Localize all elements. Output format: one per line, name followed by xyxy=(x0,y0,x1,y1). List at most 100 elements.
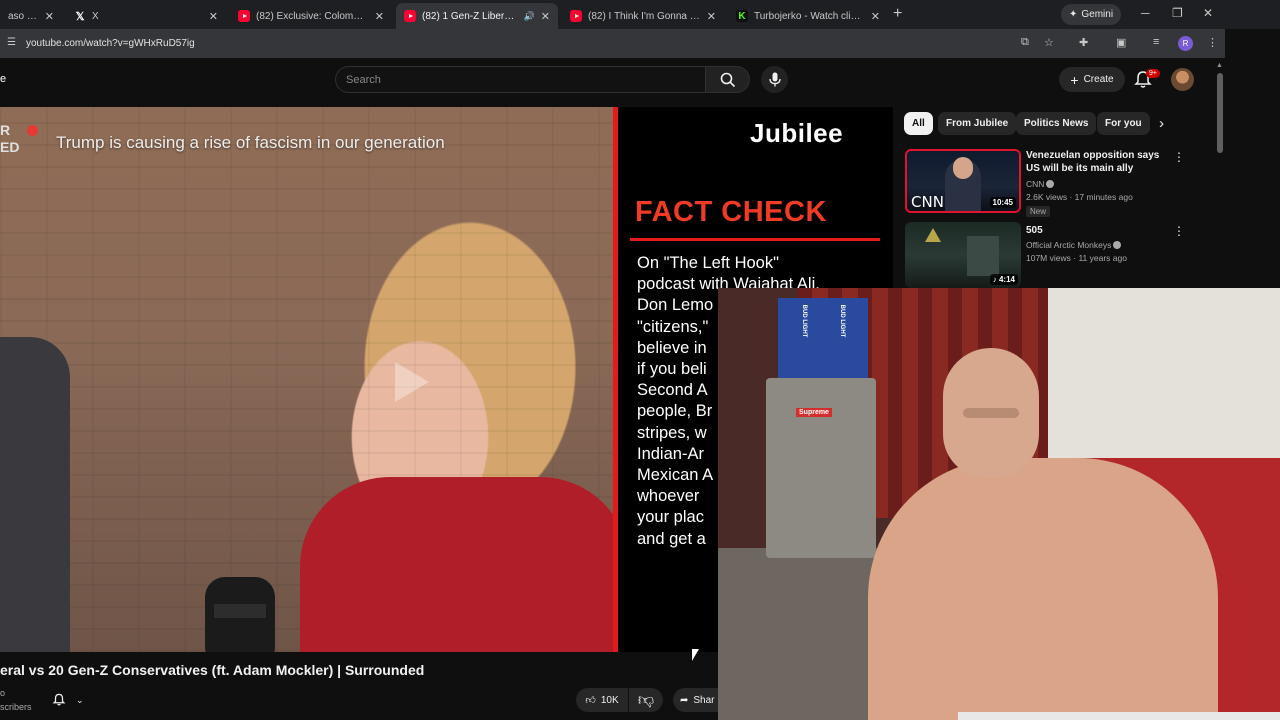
scroll-up-arrow-icon[interactable]: ▲ xyxy=(1216,62,1223,69)
recommendation-stats: 107M views · 11 years ago xyxy=(1026,253,1127,263)
youtube-icon xyxy=(238,10,250,22)
share-button[interactable]: ➦ Shar xyxy=(673,688,723,712)
video-thumbnail[interactable]: CNN 10:45 xyxy=(905,149,1021,213)
recommendation-title[interactable]: 505 xyxy=(1026,224,1176,237)
x-icon: 𝕏 xyxy=(75,10,85,23)
fact-check-rule xyxy=(630,238,880,241)
youtube-icon xyxy=(404,10,416,22)
thumbnail-building xyxy=(967,236,999,276)
webcam-laptop-edge xyxy=(958,712,1280,720)
tab-title: (82) I Think I'm Gonna Kill Myse xyxy=(588,10,701,22)
share-arrow-icon: ➦ xyxy=(680,694,689,706)
scrollbar-thumb[interactable] xyxy=(1217,73,1223,153)
browser-tab[interactable]: (82) I Think I'm Gonna Kill Myse ✕ xyxy=(562,3,724,29)
browser-tab[interactable]: 𝕏 X ✕ xyxy=(66,3,226,29)
video-thumbnail[interactable]: ♪ 4:14 xyxy=(905,222,1021,288)
chip-from-jubilee[interactable]: From Jubilee xyxy=(938,112,1017,135)
speaker-icon[interactable]: 🔊 xyxy=(524,11,535,22)
webcam-overlay: BUD LIGHT BUD LIGHT Supreme xyxy=(718,288,1280,720)
close-tab-icon[interactable]: ✕ xyxy=(871,10,880,23)
music-note-icon: ♪ xyxy=(992,275,997,284)
play-icon[interactable] xyxy=(395,362,429,402)
subscriber-count: scribers xyxy=(0,702,32,712)
close-window-button[interactable]: ✕ xyxy=(1203,6,1213,20)
more-options-icon[interactable]: ⋮ xyxy=(1173,224,1185,238)
thumbnail-sign xyxy=(925,228,941,242)
browser-tab[interactable]: K Turbojerko - Watch clips on Kic ✕ xyxy=(728,3,888,29)
browser-tab-active[interactable]: (82) 1 Gen-Z Liberal vs 20 G 🔊 ✕ xyxy=(396,3,558,29)
recommendation-stats: 2.6K views · 17 minutes ago xyxy=(1026,192,1133,202)
close-tab-icon[interactable]: ✕ xyxy=(541,10,550,23)
voice-search-button[interactable] xyxy=(761,66,788,93)
minimize-button[interactable]: ─ xyxy=(1141,6,1150,20)
install-app-icon[interactable]: ⧉ xyxy=(1021,36,1029,49)
tab-title: (82) 1 Gen-Z Liberal vs 20 G xyxy=(422,10,518,22)
account-avatar[interactable] xyxy=(1171,68,1194,91)
verified-icon xyxy=(1113,241,1122,249)
upload-age: 11 years ago xyxy=(1078,253,1127,263)
notifications-badge: 9+ xyxy=(1146,69,1160,78)
gemini-label: Gemini xyxy=(1081,9,1114,20)
like-count: 10K xyxy=(600,694,619,706)
more-options-icon[interactable]: ⋮ xyxy=(1173,150,1185,164)
video-prompt-text: Trump is causing a rise of fascism in ou… xyxy=(56,133,445,152)
chrome-menu-icon[interactable]: ⋮ xyxy=(1207,36,1218,49)
site-settings-icon[interactable]: ☰ xyxy=(7,37,16,48)
browser-tab[interactable]: (82) Exclusive: Colombian presid ✕ xyxy=(230,3,392,29)
search-button[interactable] xyxy=(705,66,750,93)
chevron-down-icon: ⌄ xyxy=(76,694,84,705)
webcam-mini-fridge: Supreme xyxy=(766,378,876,558)
view-count: 2.6K views xyxy=(1026,192,1068,202)
webcam-person-torso xyxy=(868,458,1218,720)
thumbs-up-icon: 👍︎ xyxy=(585,695,596,706)
youtube-logo[interactable]: e xyxy=(0,73,6,85)
chip-politics-news[interactable]: Politics News xyxy=(1016,112,1097,135)
restore-button[interactable]: ❐ xyxy=(1172,6,1183,20)
box-label: BUD LIGHT xyxy=(801,304,807,338)
close-tab-icon[interactable]: ✕ xyxy=(45,10,54,23)
search-icon xyxy=(720,72,735,87)
fact-check-title: FACT CHECK xyxy=(635,196,827,228)
channel-name: Official Arctic Monkeys xyxy=(1026,240,1112,250)
bookmark-star-icon[interactable]: ☆ xyxy=(1044,36,1054,49)
upload-age: 17 minutes ago xyxy=(1074,192,1133,202)
split-view-icon[interactable]: ▣ xyxy=(1116,36,1126,49)
dislike-button[interactable]: 👎︎ xyxy=(629,688,663,712)
speaker-dress xyxy=(300,477,630,652)
kick-icon: K xyxy=(736,10,748,22)
extensions-icon[interactable]: ✚ xyxy=(1079,36,1088,49)
webcam-beer-boxes: BUD LIGHT BUD LIGHT xyxy=(778,298,868,378)
video-duration: 10:45 xyxy=(989,197,1016,208)
chip-for-you[interactable]: For you xyxy=(1097,112,1150,135)
chevron-right-icon[interactable]: › xyxy=(1159,115,1164,132)
chip-all[interactable]: All xyxy=(904,112,933,135)
gemini-button[interactable]: ✦ Gemini xyxy=(1061,4,1122,25)
new-tab-button[interactable]: + xyxy=(893,5,902,23)
subscription-bell-button[interactable]: ⌄ xyxy=(52,689,94,711)
gemini-sparkle-icon: ✦ xyxy=(1069,9,1078,20)
microphone-icon xyxy=(768,72,781,87)
recommendation-title[interactable]: Venezuelan opposition says US will be it… xyxy=(1026,149,1176,175)
close-tab-icon[interactable]: ✕ xyxy=(209,10,218,23)
jubilee-logo: Jubilee xyxy=(750,118,844,148)
close-tab-icon[interactable]: ✕ xyxy=(375,10,384,23)
tab-title: Turbojerko - Watch clips on Kic xyxy=(754,10,865,22)
video-duration: ♪ 4:14 xyxy=(989,274,1018,285)
view-count: 107M views xyxy=(1026,253,1071,263)
url-field[interactable]: youtube.com/watch?v=gWHxRuD57ig xyxy=(26,38,195,49)
channel-avatar[interactable]: o xyxy=(0,688,5,698)
close-tab-icon[interactable]: ✕ xyxy=(707,10,716,23)
like-button[interactable]: 👍︎ 10K xyxy=(576,688,628,712)
create-button[interactable]: + Create xyxy=(1059,67,1125,92)
left-person-silhouette xyxy=(0,337,70,652)
profile-avatar[interactable]: R xyxy=(1178,36,1193,51)
browser-tab[interactable]: aso Del Gr ✕ xyxy=(0,3,62,29)
search-input[interactable]: Search xyxy=(335,66,705,93)
recommendation-channel[interactable]: CNN xyxy=(1026,178,1055,191)
anchor-face xyxy=(953,157,973,179)
fact-check-line: On "The Left Hook" xyxy=(637,254,779,272)
tab-title: aso Del Gr xyxy=(8,10,39,22)
youtube-icon xyxy=(570,10,582,22)
media-control-icon[interactable]: ≡ xyxy=(1153,36,1159,48)
recommendation-channel[interactable]: Official Arctic Monkeys xyxy=(1026,239,1122,252)
